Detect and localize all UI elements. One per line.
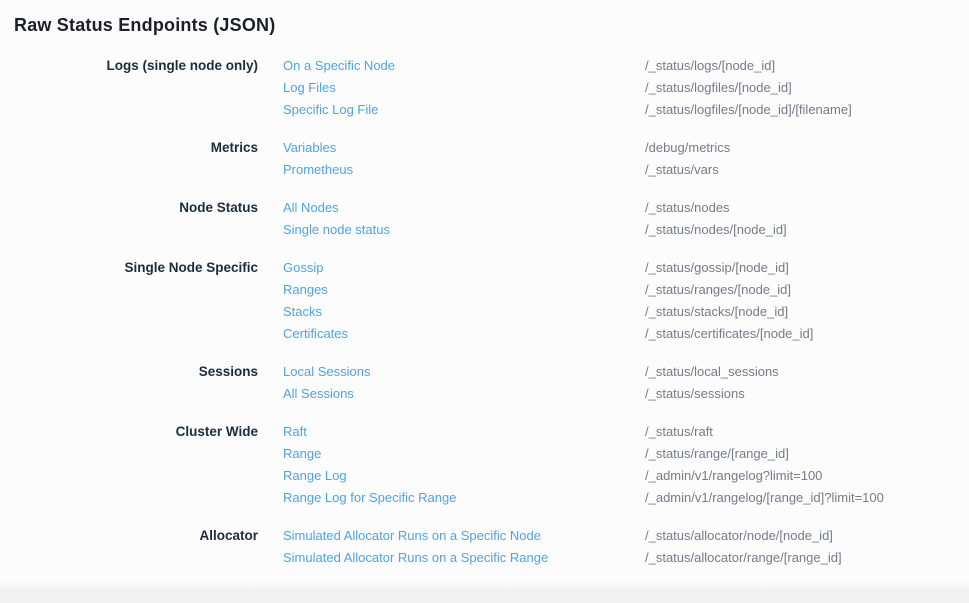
link-line: Single node status bbox=[283, 219, 645, 241]
section-endpoints: /_status/nodes/_status/nodes/[node_id] bbox=[645, 197, 955, 241]
endpoint-section: Logs (single node only) On a Specific No… bbox=[14, 55, 955, 121]
endpoint-section: Metrics Variables Prometheus /debug/metri… bbox=[14, 137, 955, 181]
endpoint-link[interactable]: Range bbox=[283, 446, 321, 461]
endpoint-path: /_status/logfiles/[node_id]/[filename] bbox=[645, 99, 955, 121]
endpoint-link[interactable]: Simulated Allocator Runs on a Specific R… bbox=[283, 550, 548, 565]
section-links: All Nodes Single node status bbox=[283, 197, 645, 241]
link-line: Prometheus bbox=[283, 159, 645, 181]
section-links: On a Specific Node Log Files Specific Log … bbox=[283, 55, 645, 121]
link-line: Log Files bbox=[283, 77, 645, 99]
link-line: All Sessions bbox=[283, 383, 645, 405]
endpoint-section: Cluster Wide Raft Range Range Log Range Log… bbox=[14, 421, 955, 509]
endpoint-link[interactable]: Raft bbox=[283, 424, 307, 439]
section-label: Single Node Specific bbox=[14, 257, 258, 345]
section-label: Logs (single node only) bbox=[14, 55, 258, 121]
link-line: Specific Log File bbox=[283, 99, 645, 121]
endpoint-path: /_status/allocator/range/[range_id] bbox=[645, 547, 955, 569]
section-endpoints: /_status/local_sessions/_status/sessions bbox=[645, 361, 955, 405]
endpoint-link[interactable]: Specific Log File bbox=[283, 102, 378, 117]
endpoint-path: /_status/range/[range_id] bbox=[645, 443, 955, 465]
section-endpoints: /_status/allocator/node/[node_id]/_statu… bbox=[645, 525, 955, 569]
link-line: Simulated Allocator Runs on a Specific R… bbox=[283, 547, 645, 569]
section-endpoints: /_status/logs/[node_id]/_status/logfiles… bbox=[645, 55, 955, 121]
section-label: Allocator bbox=[14, 525, 258, 569]
endpoint-path: /_status/certificates/[node_id] bbox=[645, 323, 955, 345]
link-line: Local Sessions bbox=[283, 361, 645, 383]
endpoint-link[interactable]: Stacks bbox=[283, 304, 322, 319]
endpoint-link[interactable]: All Sessions bbox=[283, 386, 354, 401]
link-line: Range Log bbox=[283, 465, 645, 487]
endpoint-path: /_status/stacks/[node_id] bbox=[645, 301, 955, 323]
endpoint-link[interactable]: Variables bbox=[283, 140, 336, 155]
endpoint-section: Node Status All NodesSingle node status … bbox=[14, 197, 955, 241]
endpoint-link[interactable]: On a Specific Node bbox=[283, 58, 395, 73]
endpoint-link[interactable]: Range Log for Specific Range bbox=[283, 490, 456, 505]
section-label: Cluster Wide bbox=[14, 421, 258, 509]
endpoint-path: /_status/raft bbox=[645, 421, 955, 443]
section-endpoints: /debug/metrics/_status/vars bbox=[645, 137, 955, 181]
section-label: Sessions bbox=[14, 361, 258, 405]
endpoint-path: /_admin/v1/rangelog?limit=100 bbox=[645, 465, 955, 487]
endpoint-path: /debug/metrics bbox=[645, 137, 955, 159]
link-line: Raft bbox=[283, 421, 645, 443]
endpoint-path: /_status/nodes bbox=[645, 197, 955, 219]
endpoint-link[interactable]: Prometheus bbox=[283, 162, 353, 177]
endpoint-path: /_status/logfiles/[node_id] bbox=[645, 77, 955, 99]
endpoint-link[interactable]: Local Sessions bbox=[283, 364, 370, 379]
link-line: All Nodes bbox=[283, 197, 645, 219]
endpoint-sections: Logs (single node only) On a Specific No… bbox=[14, 55, 955, 569]
endpoint-link[interactable]: Gossip bbox=[283, 260, 323, 275]
endpoint-path: /_status/allocator/node/[node_id] bbox=[645, 525, 955, 547]
endpoint-link[interactable]: All Nodes bbox=[283, 200, 339, 215]
footer-strip bbox=[0, 581, 969, 603]
link-line: On a Specific Node bbox=[283, 55, 645, 77]
section-links: Local Sessions All Sessions bbox=[283, 361, 645, 405]
endpoint-link[interactable]: Range Log bbox=[283, 468, 347, 483]
section-endpoints: /_status/raft/_status/range/[range_id]/_… bbox=[645, 421, 955, 509]
section-label: Node Status bbox=[14, 197, 258, 241]
section-links: Gossip Ranges Stacks Certificates bbox=[283, 257, 645, 345]
raw-status-endpoints-page: Raw Status Endpoints (JSON) Logs (single… bbox=[0, 0, 969, 569]
endpoint-path: /_admin/v1/rangelog/[range_id]?limit=100 bbox=[645, 487, 955, 509]
page-title: Raw Status Endpoints (JSON) bbox=[14, 13, 955, 37]
link-line: Certificates bbox=[283, 323, 645, 345]
endpoint-path: /_status/gossip/[node_id] bbox=[645, 257, 955, 279]
endpoint-path: /_status/nodes/[node_id] bbox=[645, 219, 955, 241]
endpoint-link[interactable]: Simulated Allocator Runs on a Specific N… bbox=[283, 528, 541, 543]
endpoint-link[interactable]: Certificates bbox=[283, 326, 348, 341]
endpoint-link[interactable]: Ranges bbox=[283, 282, 328, 297]
link-line: Range Log for Specific Range bbox=[283, 487, 645, 509]
link-line: Ranges bbox=[283, 279, 645, 301]
endpoint-section: Allocator Simulated Allocator Runs on a … bbox=[14, 525, 955, 569]
section-links: Variables Prometheus bbox=[283, 137, 645, 181]
section-label: Metrics bbox=[14, 137, 258, 181]
endpoint-link[interactable]: Single node status bbox=[283, 222, 390, 237]
link-line: Stacks bbox=[283, 301, 645, 323]
section-links: Simulated Allocator Runs on a Specific N… bbox=[283, 525, 645, 569]
endpoint-link[interactable]: Log Files bbox=[283, 80, 336, 95]
endpoint-path: /_status/local_sessions bbox=[645, 361, 955, 383]
link-line: Variables bbox=[283, 137, 645, 159]
section-links: Raft Range Range Log Range Log for Specific… bbox=[283, 421, 645, 509]
endpoint-section: Sessions Local Sessions All Sessions /_st… bbox=[14, 361, 955, 405]
endpoint-path: /_status/logs/[node_id] bbox=[645, 55, 955, 77]
section-endpoints: /_status/gossip/[node_id]/_status/ranges… bbox=[645, 257, 955, 345]
endpoint-path: /_status/sessions bbox=[645, 383, 955, 405]
link-line: Gossip bbox=[283, 257, 645, 279]
link-line: Range bbox=[283, 443, 645, 465]
link-line: Simulated Allocator Runs on a Specific N… bbox=[283, 525, 645, 547]
endpoint-path: /_status/vars bbox=[645, 159, 955, 181]
endpoint-section: Single Node Specific Gossip Ranges Stacks C… bbox=[14, 257, 955, 345]
endpoint-path: /_status/ranges/[node_id] bbox=[645, 279, 955, 301]
